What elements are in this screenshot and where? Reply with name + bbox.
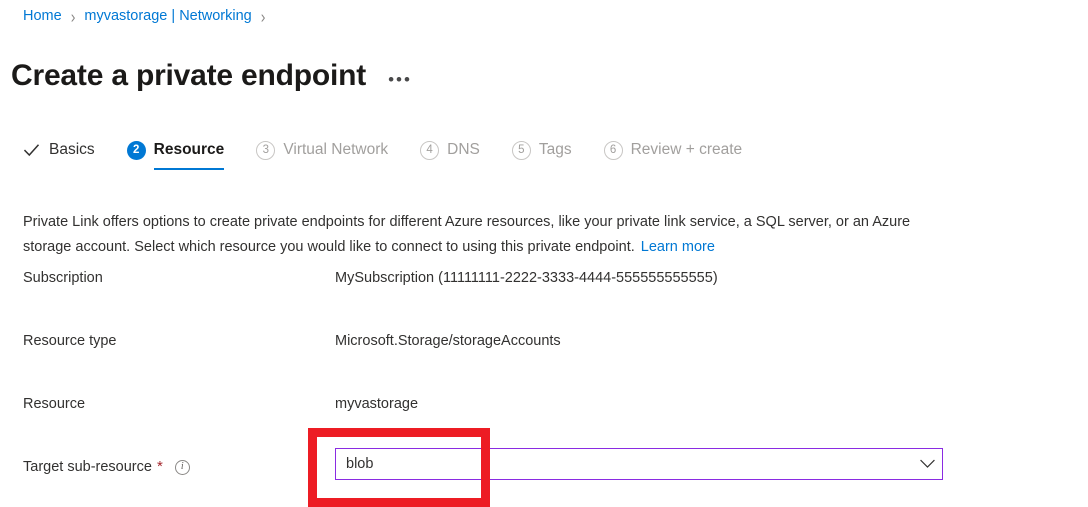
- resource-type-label: Resource type: [23, 331, 117, 351]
- wizard-tabs: Basics 2 Resource 3 Virtual Network 4 DN…: [22, 140, 774, 170]
- required-asterisk: *: [157, 460, 163, 474]
- tab-review-create[interactable]: 6 Review + create: [604, 140, 743, 170]
- tab-dns[interactable]: 4 DNS: [420, 140, 480, 170]
- title-row: Create a private endpoint •••: [11, 36, 412, 116]
- tab-step-badge: 2: [127, 141, 146, 160]
- breadcrumb-item-home[interactable]: Home: [23, 6, 62, 26]
- resource-value: myvastorage: [335, 394, 418, 414]
- tab-virtual-network[interactable]: 3 Virtual Network: [256, 140, 388, 170]
- check-icon: [22, 141, 41, 160]
- tab-label: Resource: [154, 140, 225, 160]
- target-sub-resource-dropdown[interactable]: blob: [335, 448, 943, 480]
- tab-step-badge: 6: [604, 141, 623, 160]
- tab-step-badge: 4: [420, 141, 439, 160]
- target-sub-resource-label-text: Target sub-resource: [23, 457, 152, 477]
- page-title: Create a private endpoint: [11, 56, 366, 96]
- form-row-resource-type: Resource type Microsoft.Storage/storageA…: [23, 329, 1023, 392]
- breadcrumb-separator-icon: ›: [261, 4, 266, 29]
- resource-form: Subscription MySubscription (11111111-22…: [23, 266, 1023, 507]
- tab-label: Tags: [539, 140, 572, 160]
- tab-label: Virtual Network: [283, 140, 388, 160]
- target-sub-resource-selected-value: blob: [336, 456, 912, 472]
- description-text: Private Link offers options to create pr…: [23, 210, 948, 260]
- breadcrumb: Home › myvastorage | Networking ›: [23, 6, 274, 26]
- tab-label: Basics: [49, 140, 95, 160]
- tab-basics[interactable]: Basics: [22, 140, 95, 170]
- tab-label: DNS: [447, 140, 480, 160]
- tab-step-badge: 5: [512, 141, 531, 160]
- tab-step-badge: 3: [256, 141, 275, 160]
- resource-type-value: Microsoft.Storage/storageAccounts: [335, 331, 561, 351]
- active-tab-underline: [154, 168, 225, 171]
- form-row-subscription: Subscription MySubscription (11111111-22…: [23, 266, 1023, 329]
- create-private-endpoint-page: Home › myvastorage | Networking › Create…: [0, 0, 1088, 507]
- chevron-down-icon[interactable]: [912, 459, 942, 469]
- tab-label: Review + create: [631, 140, 743, 160]
- tab-tags[interactable]: 5 Tags: [512, 140, 572, 170]
- breadcrumb-separator-icon: ›: [71, 4, 76, 29]
- subscription-label: Subscription: [23, 268, 103, 288]
- breadcrumb-item-myvastorage-networking[interactable]: myvastorage | Networking: [84, 6, 251, 26]
- resource-label: Resource: [23, 394, 85, 414]
- form-row-target-sub-resource: Target sub-resource * i blob: [23, 455, 1023, 507]
- learn-more-link[interactable]: Learn more: [641, 239, 715, 255]
- subscription-value: MySubscription (11111111-2222-3333-4444-…: [335, 268, 718, 288]
- more-options-icon[interactable]: •••: [388, 73, 412, 87]
- form-row-resource: Resource myvastorage: [23, 392, 1023, 455]
- target-sub-resource-label: Target sub-resource * i: [23, 457, 190, 477]
- description-body: Private Link offers options to create pr…: [23, 214, 910, 255]
- info-icon[interactable]: i: [175, 460, 190, 475]
- tab-resource[interactable]: 2 Resource: [127, 140, 225, 170]
